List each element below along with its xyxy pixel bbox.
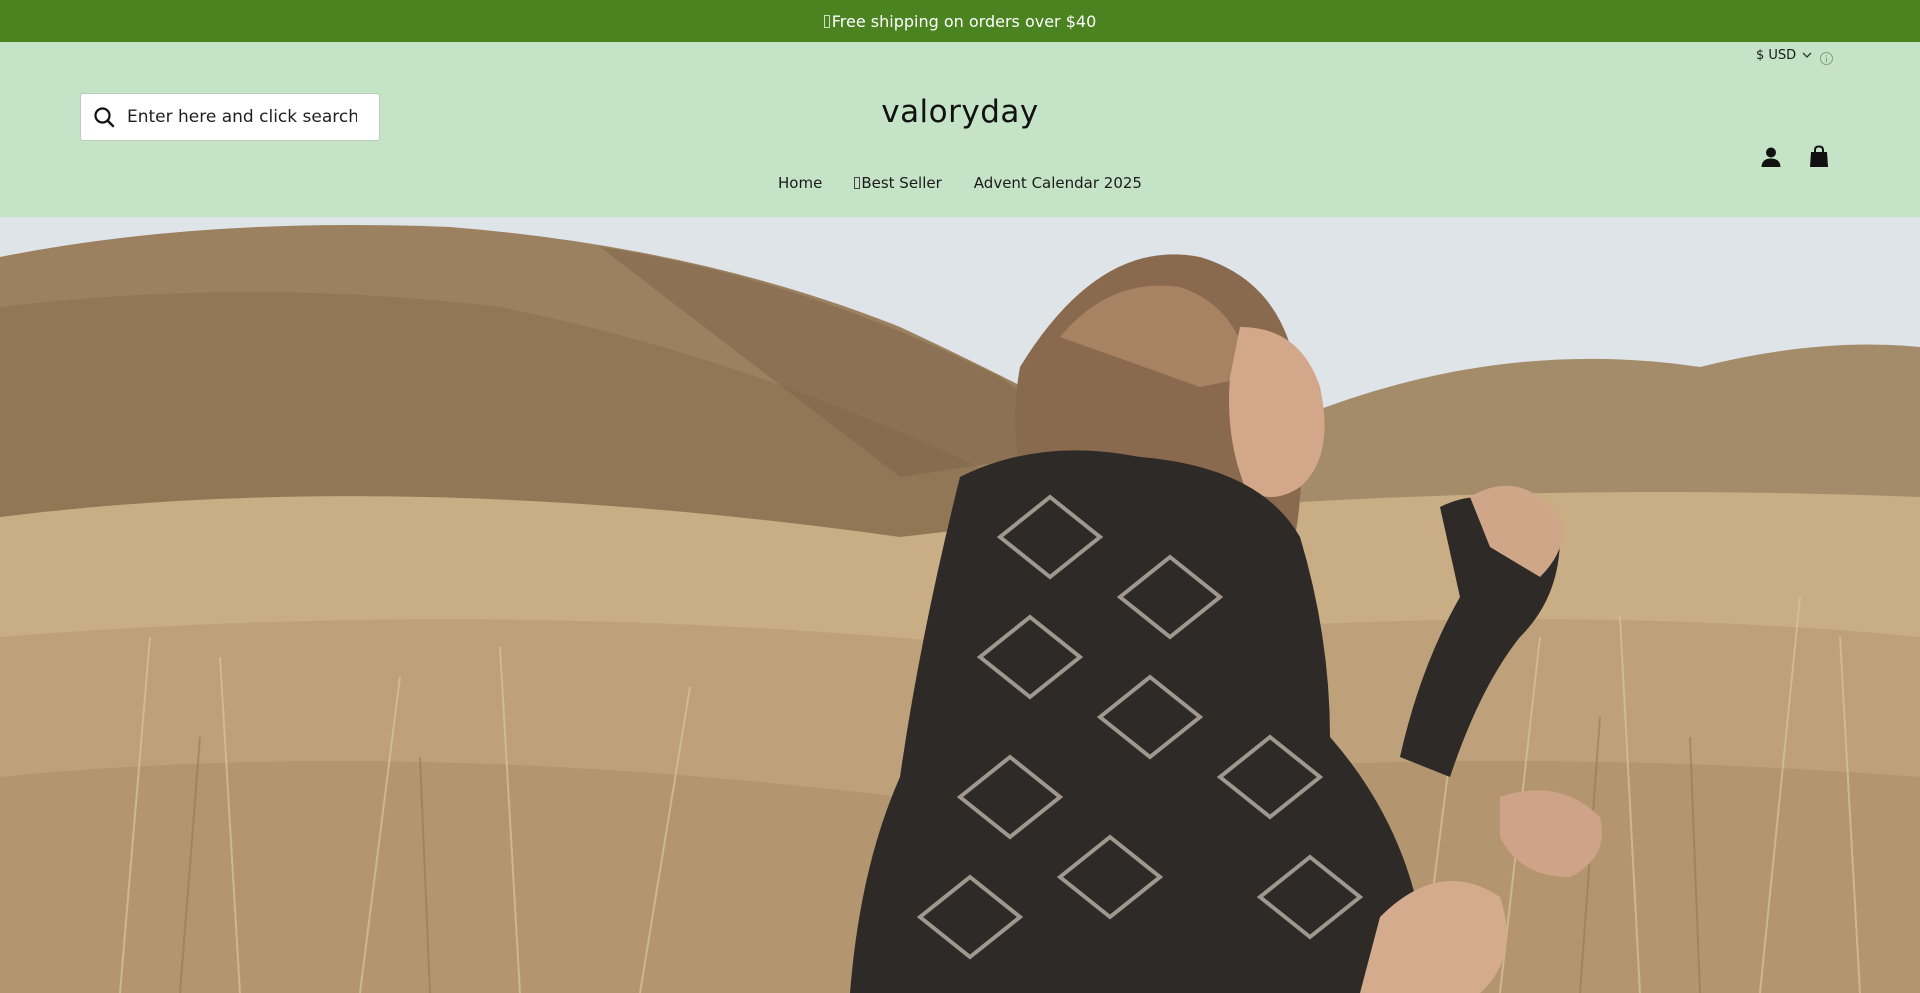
announcement-bar: Free shipping on orders over $40 (0, 0, 1920, 42)
currency-selector[interactable]: $ USD (1756, 46, 1812, 64)
currency-label: $ USD (1756, 47, 1797, 63)
nav-item-label: Advent Calendar 2025 (973, 174, 1142, 192)
nav-item-label: Best Seller (861, 174, 942, 192)
missing-glyph-icon (823, 14, 830, 28)
main-nav: Home Best Seller Advent Calendar 2025 (0, 174, 1920, 192)
nav-item-advent-calendar[interactable]: Advent Calendar 2025 (974, 174, 1142, 192)
chevron-down-icon (1802, 52, 1812, 58)
hero-image (0, 217, 1920, 993)
cart-icon[interactable] (1808, 145, 1830, 168)
nav-item-home[interactable]: Home (778, 174, 822, 192)
hero-banner[interactable] (0, 217, 1920, 993)
nav-item-label: Home (778, 174, 823, 192)
search-input[interactable] (127, 107, 357, 127)
announcement-text: Free shipping on orders over $40 (831, 11, 1097, 31)
missing-glyph-icon (854, 177, 861, 189)
info-icon[interactable] (1819, 51, 1834, 66)
account-icon[interactable] (1760, 146, 1782, 168)
search-icon[interactable] (93, 106, 115, 128)
site-logo[interactable]: valoryday (881, 94, 1039, 130)
site-header: $ USD valoryday Home Best Seller Advent … (0, 42, 1920, 217)
search-box[interactable] (80, 93, 380, 141)
nav-item-best-seller[interactable]: Best Seller (854, 174, 942, 192)
